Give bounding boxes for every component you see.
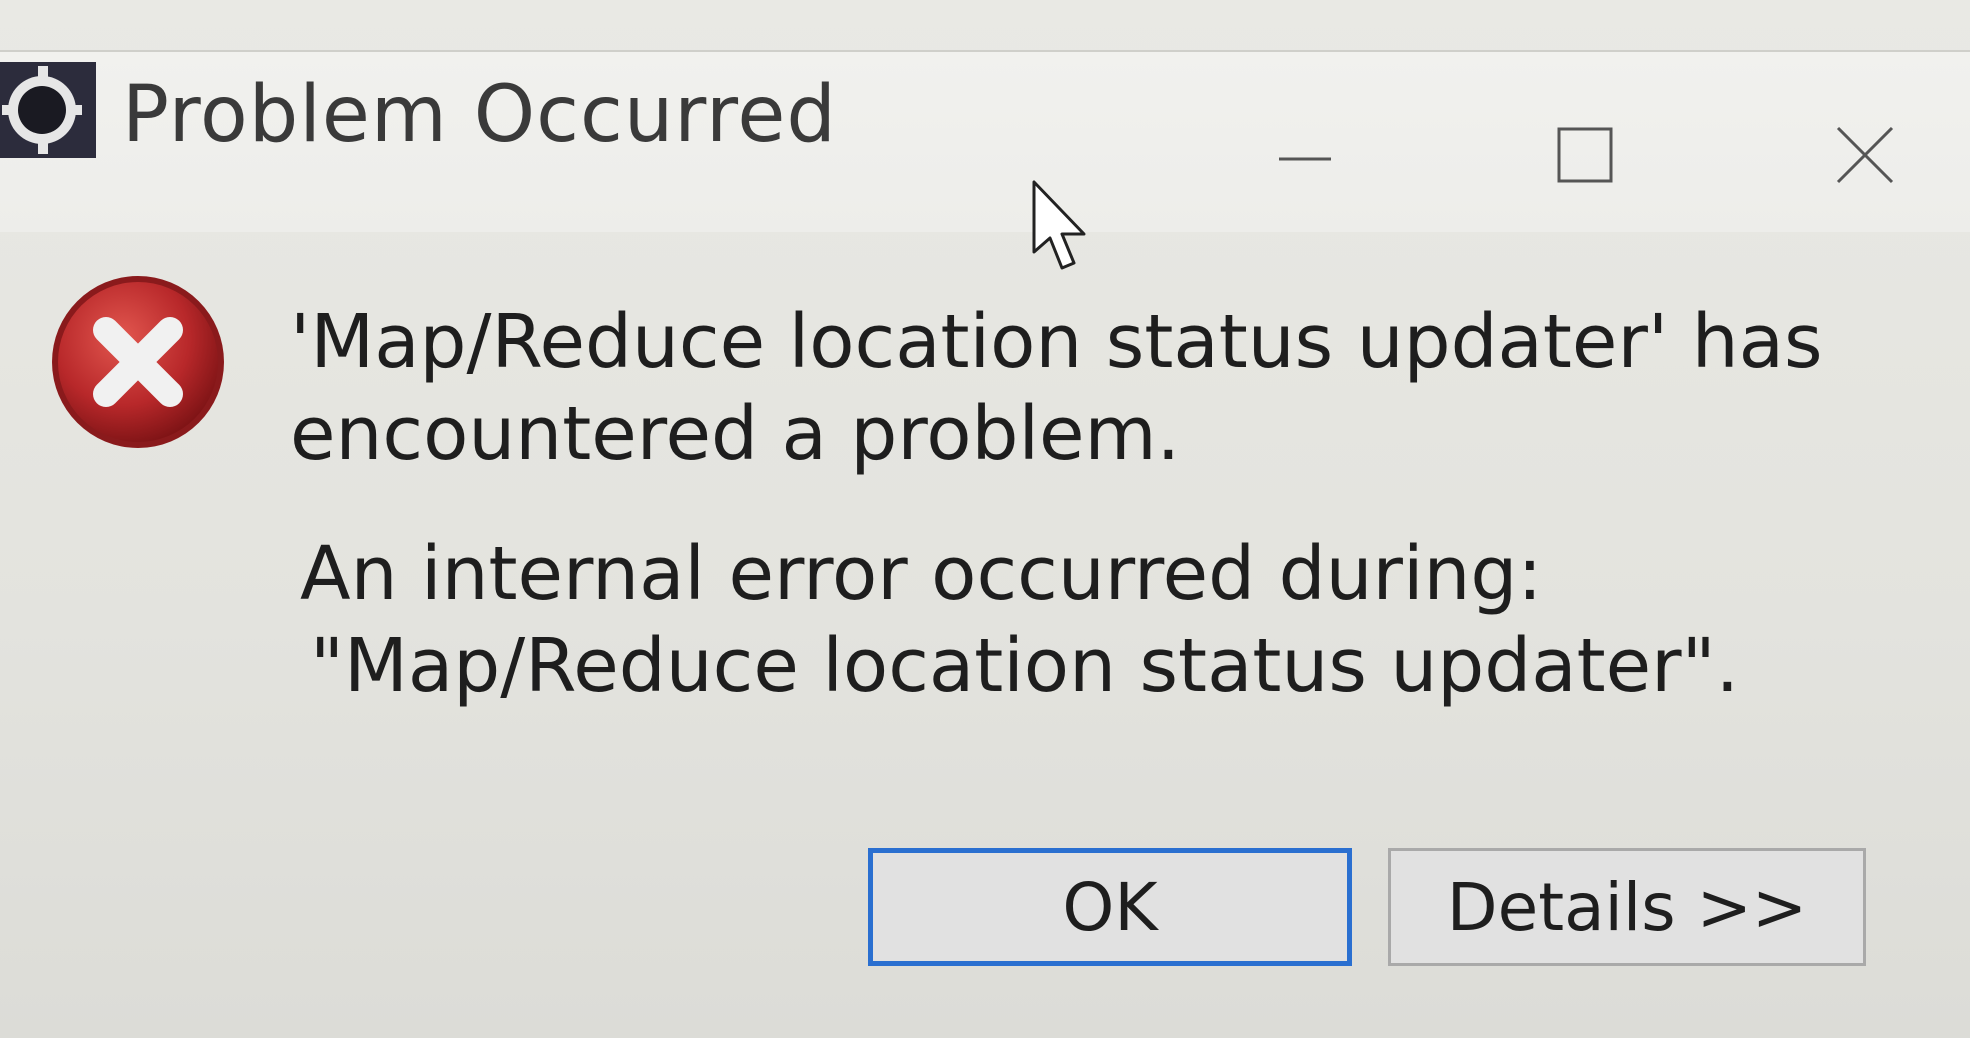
maximize-icon bbox=[1557, 127, 1613, 183]
problem-dialog: Problem Occurred 'Map/Reduce location st… bbox=[0, 0, 1970, 1038]
ok-button[interactable]: OK bbox=[868, 848, 1352, 966]
details-button[interactable]: Details >> bbox=[1388, 848, 1866, 966]
error-detail-line-1: An internal error occurred during: bbox=[300, 531, 1543, 617]
maximize-button[interactable] bbox=[1540, 110, 1630, 200]
window-title: Problem Occurred bbox=[122, 70, 837, 160]
minimize-icon bbox=[1279, 157, 1331, 161]
close-button[interactable] bbox=[1820, 110, 1910, 200]
error-message-line-2: encountered a problem. bbox=[290, 391, 1181, 477]
close-icon bbox=[1836, 126, 1894, 184]
error-icon bbox=[52, 276, 224, 448]
minimize-button[interactable] bbox=[1260, 110, 1350, 200]
error-message-line-1: 'Map/Reduce location status updater' has bbox=[290, 299, 1823, 385]
mouse-cursor-icon bbox=[1032, 180, 1086, 270]
error-detail-line-2: "Map/Reduce location status updater". bbox=[310, 623, 1740, 709]
app-gear-icon bbox=[0, 62, 96, 158]
